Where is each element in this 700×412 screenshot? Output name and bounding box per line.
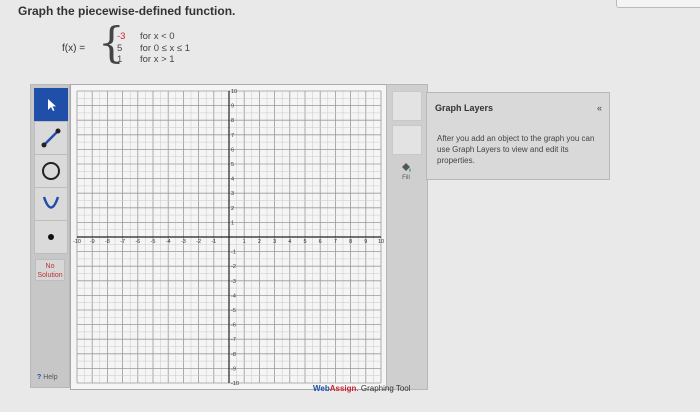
help-icon: ? <box>37 374 42 381</box>
x-tick-label: 6 <box>319 239 322 245</box>
y-tick-label: 4 <box>231 177 234 183</box>
x-tick-label: -9 <box>90 239 95 245</box>
x-tick-label: 4 <box>288 239 291 245</box>
circle-tool-button[interactable] <box>34 154 68 188</box>
brand-web: Web <box>313 384 330 393</box>
y-tick-label: -10 <box>231 381 239 387</box>
graph-layers-title: Graph Layers <box>435 103 494 113</box>
graph-layers-panel: Graph Layers « After you add an object t… <box>426 92 610 180</box>
side-toolbar-slot[interactable] <box>392 125 422 155</box>
help-button[interactable]: ? Help <box>37 374 58 381</box>
help-label: Help <box>43 374 58 381</box>
piecewise-value: 1 <box>117 54 123 65</box>
x-tick-label: 10 <box>378 239 384 245</box>
parabola-tool-button[interactable] <box>34 187 68 221</box>
graph-layers-description: After you add an object to the graph you… <box>437 134 595 165</box>
piecewise-condition: for x > 1 <box>140 54 175 65</box>
coordinate-grid[interactable]: -10 -9 -8 -7 -6 -5 -4 -3 -2 -1 1 2 3 4 5 6 7 8 9 10 10 9 8 7 6 5 4… <box>71 85 387 389</box>
line-segment-tool-button[interactable] <box>34 121 68 155</box>
y-tick-label: 5 <box>231 162 234 168</box>
y-tick-label: -7 <box>231 337 236 343</box>
y-tick-label: -5 <box>231 308 236 314</box>
y-tick-label: -8 <box>231 352 236 358</box>
y-tick-label: -4 <box>231 293 236 299</box>
point-tool-button[interactable] <box>34 220 68 254</box>
piecewise-values: -3 5 1 <box>117 31 125 66</box>
circle-icon <box>42 162 60 180</box>
piecewise-condition: for x < 0 <box>140 31 175 42</box>
paint-bucket-icon <box>402 163 411 172</box>
y-tick-label: 2 <box>231 206 234 212</box>
y-tick-label: 3 <box>231 191 234 197</box>
brand-tool: . Graphing Tool <box>356 384 411 393</box>
line-segment-icon <box>41 128 61 148</box>
y-tick-label: 9 <box>231 104 234 110</box>
no-solution-button[interactable]: No Solution <box>35 259 65 281</box>
x-tick-label: 9 <box>364 239 367 245</box>
x-tick-label: -1 <box>211 239 216 245</box>
pointer-arrow-icon <box>48 99 56 111</box>
y-tick-label: -2 <box>231 264 236 270</box>
webassign-brand: WebAssign. Graphing Tool <box>313 384 411 393</box>
y-tick-label: -9 <box>231 366 236 372</box>
pointer-tool-button[interactable] <box>34 88 68 122</box>
piecewise-conditions: for x < 0 for 0 ≤ x ≤ 1 for x > 1 <box>140 31 190 66</box>
fill-button[interactable]: Fill <box>392 161 420 191</box>
x-tick-label: -3 <box>181 239 186 245</box>
piecewise-value: -3 <box>117 31 126 42</box>
piecewise-value: 5 <box>117 42 123 54</box>
point-icon <box>48 234 54 240</box>
function-name: f(x) = <box>62 43 86 54</box>
tool-palette: No Solution ? Help <box>30 84 70 388</box>
x-tick-label: 2 <box>258 239 261 245</box>
graph-area[interactable]: -10 -9 -8 -7 -6 -5 -4 -3 -2 -1 1 2 3 4 5 6 7 8 9 10 10 9 8 7 6 5 4… <box>70 84 388 390</box>
x-tick-label: 5 <box>303 239 306 245</box>
fill-label: Fill <box>402 175 410 181</box>
y-tick-label: 1 <box>231 220 234 226</box>
graph-side-toolbar: Fill <box>386 84 428 390</box>
x-tick-label: 8 <box>349 239 352 245</box>
y-tick-label: 6 <box>231 147 234 153</box>
parabola-icon <box>42 196 60 209</box>
x-tick-label: -2 <box>196 239 201 245</box>
y-tick-label: -1 <box>231 250 236 256</box>
top-right-tab[interactable] <box>616 0 700 8</box>
x-tick-label: 7 <box>334 239 337 245</box>
question-prompt: Graph the piecewise-defined function. <box>18 4 236 18</box>
collapse-icon[interactable]: « <box>597 103 602 113</box>
y-tick-label: 8 <box>231 118 234 124</box>
x-tick-label: -8 <box>105 239 110 245</box>
brand-assign: Assign <box>329 384 357 393</box>
x-tick-label: -7 <box>120 239 125 245</box>
x-tick-label: -4 <box>166 239 171 245</box>
side-toolbar-slot[interactable] <box>392 91 422 121</box>
y-tick-label: -3 <box>231 279 236 285</box>
x-tick-label: 3 <box>273 239 276 245</box>
x-tick-label: -10 <box>73 239 81 245</box>
y-tick-label: 7 <box>231 133 234 139</box>
piecewise-condition: for 0 ≤ x ≤ 1 <box>140 42 191 54</box>
y-tick-label: -6 <box>231 323 236 329</box>
x-tick-label: 1 <box>243 239 246 245</box>
x-tick-label: -5 <box>151 239 156 245</box>
y-tick-label: 10 <box>231 89 237 95</box>
x-tick-label: -6 <box>135 239 140 245</box>
